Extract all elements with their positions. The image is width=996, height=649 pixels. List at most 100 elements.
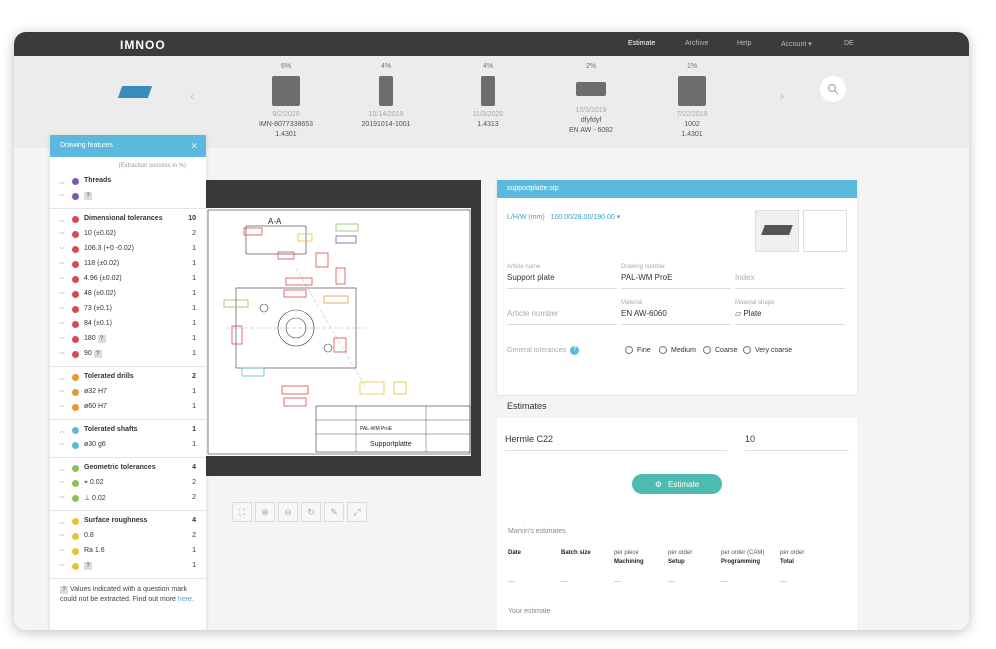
next-arrow-icon[interactable]: › [780,89,784,103]
feature-item[interactable]: ﹀ 48 (±0.02) 1 [50,287,206,302]
technical-drawing[interactable]: A-A Supportplatte PAL-WM ProE [206,208,471,456]
marker-icon[interactable]: ✎ [324,502,344,522]
chevron-down-icon[interactable]: ﹀ [59,532,65,541]
nav-account[interactable]: Account ▾ [781,40,812,48]
chevron-down-icon[interactable]: ﹀ [59,441,65,450]
info-icon[interactable]: ? [570,346,580,355]
tolerance-coarse-radio[interactable]: Coarse [703,346,738,354]
chevron-down-icon[interactable]: ﹀ [59,335,65,344]
nav-estimate[interactable]: Estimate [628,40,655,47]
rotate-icon[interactable]: ↻ [301,502,321,522]
chevron-down-icon[interactable]: ﹀ [59,562,65,571]
chevron-up-icon[interactable]: ︿ [59,426,65,435]
feature-item[interactable]: ﹀ ⌖ 0.02 2 [50,476,206,491]
color-dot-icon [72,351,79,358]
feature-item[interactable]: ﹀? [50,189,206,204]
chevron-down-icon[interactable]: ﹀ [59,388,65,397]
tolerance-very-coarse-radio[interactable]: Very coarse [743,346,792,354]
chevron-down-icon[interactable]: ﹀ [59,230,65,239]
search-button[interactable] [820,76,846,102]
feature-item[interactable]: ﹀ ø60 H7 1 [50,400,206,415]
chevron-down-icon[interactable]: ﹀ [59,350,65,359]
chevron-down-icon[interactable]: ﹀ [59,547,65,556]
feature-item[interactable]: ﹀ 10 (±0.02) 2 [50,227,206,242]
feature-item[interactable]: ﹀ Ra 1.6 1 [50,544,206,559]
feature-item[interactable]: ﹀ ø32 H7 1 [50,385,206,400]
estimates-panel: Hermle C22 10 ⚙ Estimate Marvin's estima… [497,418,857,630]
nav-help[interactable]: Help [737,40,751,47]
feature-group-header[interactable]: ︿ Surface roughness 4 [50,514,206,529]
chevron-down-icon[interactable]: ﹀ [59,275,65,284]
question-mark-note: ? Values indicated with a question mark … [50,579,206,605]
fit-icon[interactable]: ⛶ [232,502,252,522]
robot-icon: ⚙ [654,479,663,489]
similar-part-card[interactable]: 4% 10/14/2019 20191014-1001 [346,62,426,130]
article-name-field[interactable]: Article name Support plate [507,264,617,289]
chevron-down-icon[interactable]: ﹀ [59,192,65,201]
color-dot-icon [72,563,79,570]
match-percent: 4% [380,63,392,70]
feature-item[interactable]: ﹀? 1 [50,559,206,574]
feature-item[interactable]: ﹀ 180 ? 1 [50,332,206,347]
index-field[interactable]: Index [735,264,845,289]
similar-part-card[interactable]: 4% 11/3/2020 1.4313 [448,62,528,130]
chevron-down-icon[interactable]: ﹀ [59,479,65,488]
feature-group-header[interactable]: ︿ Dimensional tolerances 10 [50,212,206,227]
material-shape-field[interactable]: Material shape ▱ Plate [735,300,845,325]
nav-archive[interactable]: Archive [685,40,708,47]
chevron-down-icon[interactable]: ﹀ [59,245,65,254]
chevron-up-icon[interactable]: ︿ [59,373,65,382]
cad-model-thumbnail[interactable] [755,210,799,252]
similar-part-card[interactable]: 6% 9/2/2020 IMN-8077338653 1.4301 [246,62,326,140]
close-icon[interactable]: ✕ [190,141,198,152]
nav-language[interactable]: DE [844,40,854,47]
chevron-down-icon[interactable]: ﹀ [59,320,65,329]
tolerance-medium-radio[interactable]: Medium [659,346,696,354]
feature-group-header[interactable]: ︿ Tolerated drills 2 [50,370,206,385]
estimate-button[interactable]: ⚙ Estimate [632,474,722,494]
prev-arrow-icon[interactable]: ‹ [190,89,194,103]
feature-item[interactable]: ﹀ ø30 g6 1 [50,438,206,453]
feature-item-label: 180 ? [84,335,106,343]
feature-group-header[interactable]: ︿ Tolerated shafts 1 [50,423,206,438]
drawing-number-field[interactable]: Drawing number PAL-WM ProE [621,264,731,289]
value-batch: — [561,578,568,585]
feature-item[interactable]: ﹀ 84 (±0.1) 1 [50,317,206,332]
similar-part-card[interactable]: 2% 10/3/2019 dfyfdyf EN AW - 6082 [551,62,631,136]
chevron-down-icon[interactable]: ﹀ [59,403,65,412]
chevron-down-icon[interactable]: ﹀ [59,290,65,299]
feature-group-header[interactable]: ︿ Geometric tolerances 4 [50,461,206,476]
chevron-up-icon[interactable]: ︿ [59,464,65,473]
find-out-more-link[interactable]: here. [178,596,194,603]
feature-item[interactable]: ﹀ 118 (±0.02) 1 [50,257,206,272]
material-shape-label: Material shape [735,300,775,306]
feature-item[interactable]: ﹀ 73 (±0.1) 1 [50,302,206,317]
quantity-input[interactable]: 10 [745,434,849,451]
feature-item[interactable]: ﹀ 4.96 (±0.02) 1 [50,272,206,287]
plate-icon: ▱ [735,309,742,318]
feature-item[interactable]: ﹀ 0.8 2 [50,529,206,544]
chevron-up-icon[interactable]: ︿ [59,177,65,186]
article-number-field[interactable]: Article number [507,300,617,325]
color-dot-icon [72,178,79,185]
machine-select[interactable]: Hermle C22 [505,434,727,451]
tolerance-fine-radio[interactable]: Fine [625,346,651,354]
fullscreen-icon[interactable]: ⤢ [347,502,367,522]
chevron-up-icon[interactable]: ︿ [59,215,65,224]
dimensions-selector[interactable]: L/H/W (mm) 100.00/28.00/190.00 ▾ [507,213,620,221]
general-tolerances: General tolerances ? [507,346,580,355]
chevron-up-icon[interactable]: ︿ [59,517,65,526]
feature-item[interactable]: ﹀ 106.3 (+0 -0.02) 1 [50,242,206,257]
material-field[interactable]: Material EN AW-6060 [621,300,731,325]
feature-group-header[interactable]: ︿ Threads [50,174,206,189]
drawing-thumbnail[interactable] [803,210,847,252]
zoom-out-icon[interactable]: ⊖ [278,502,298,522]
feature-item[interactable]: ﹀ ⊥ 0.02 2 [50,491,206,506]
current-part-thumbnail[interactable] [117,86,153,98]
chevron-down-icon[interactable]: ﹀ [59,260,65,269]
similar-part-card[interactable]: 1% 7/22/2019 1002 1.4301 [652,62,732,140]
zoom-in-icon[interactable]: ⊕ [255,502,275,522]
chevron-down-icon[interactable]: ﹀ [59,494,65,503]
feature-item[interactable]: ﹀ 90 ? 1 [50,347,206,362]
chevron-down-icon[interactable]: ﹀ [59,305,65,314]
